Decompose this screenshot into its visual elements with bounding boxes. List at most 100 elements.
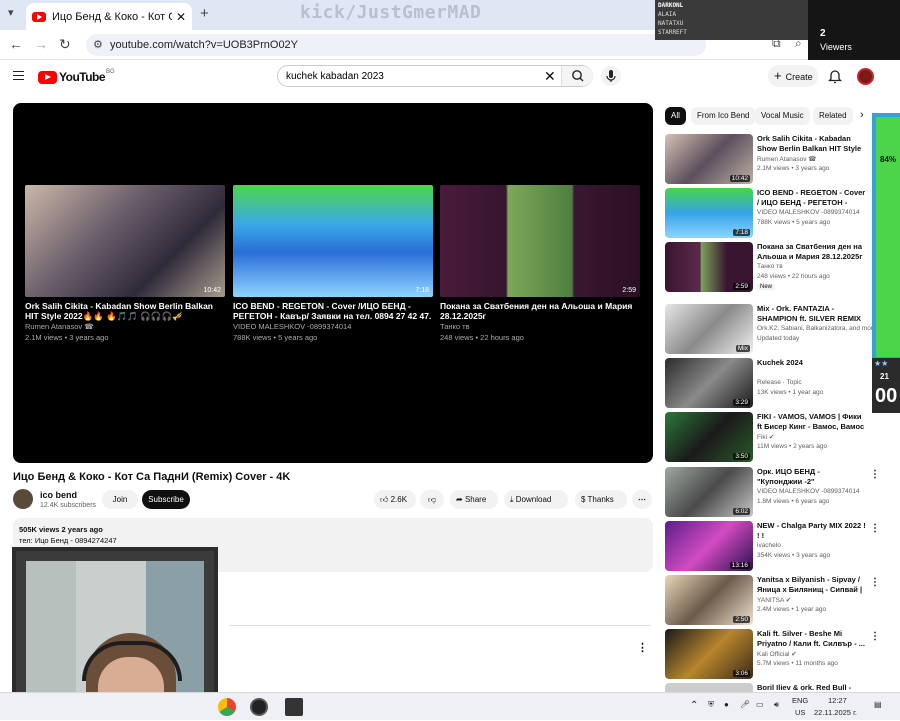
tab-close-button[interactable]: ✕ (176, 10, 186, 24)
endcard-meta: 788K views • 5 years ago (233, 333, 318, 342)
youtube-logo[interactable]: YouTube BG (38, 69, 115, 84)
chip-from-ico-bend[interactable]: From Ico Bend (691, 107, 756, 125)
subscriber-count: 12.4K subscribers (40, 502, 97, 509)
recommended-video[interactable]: 2:50 Yanitsa x Bilyanish - Sipvay / Яниц… (665, 575, 880, 625)
video-player[interactable]: 10:42 Ork Salih Cikita - Kabadan Show Be… (13, 103, 653, 463)
video-channel: Rumen Atanasov ☎ (757, 156, 817, 163)
video-channel: Танко тв (757, 263, 783, 270)
endcard-video[interactable]: 2:59 Покана за Сватбения ден на Альоша и… (440, 185, 640, 343)
like-button[interactable]: 👍︎ 2.6K (374, 490, 416, 509)
video-title: ICO BEND - REGETON - Cover / ИЦО БЕНД - … (757, 188, 866, 207)
chat-line: NATATXU (658, 20, 684, 27)
logo-country: BG (106, 69, 115, 75)
search-box[interactable]: ✕ (277, 65, 593, 87)
channel-avatar[interactable] (13, 489, 33, 509)
more-options-icon[interactable]: ⋮ (870, 577, 880, 588)
recommended-video[interactable]: 13:16 NEW - Chalga Party MIX 2022 ! ! ! … (665, 521, 880, 571)
share-icon: ➦ (456, 495, 463, 504)
chip-vocal-music[interactable]: Vocal Music (755, 107, 810, 125)
stream-watermark: kick/JustGmerMAD (300, 2, 482, 23)
tab-search-icon[interactable]: ▾ (8, 6, 14, 19)
create-button[interactable]: + Create (768, 65, 818, 87)
endcard-video[interactable]: 7:18 ICO BEND - REGETON - Cover /ИЦО БЕН… (233, 185, 433, 343)
subscribe-button[interactable]: Subscribe (142, 490, 190, 509)
network-icon[interactable]: ▭ (756, 700, 764, 709)
download-icon: ⤓ (510, 495, 514, 504)
antivirus-icon[interactable]: ⛨ (708, 700, 714, 710)
recommended-mix[interactable]: Mix Mix - Ork. FANTAZIA - SHAMPION ft. S… (665, 304, 877, 354)
more-options-icon[interactable]: ⋮ (637, 641, 648, 654)
video-title: Покана за Сватбения ден на Альоша и Мари… (757, 242, 863, 261)
forward-icon[interactable]: → (34, 36, 48, 52)
join-button[interactable]: Join (102, 490, 138, 509)
endcard-title: ICO BEND - REGETON - Cover /ИЦО БЕНД - Р… (233, 301, 432, 321)
overlay-counter: 21 (880, 372, 889, 381)
chevron-up-icon[interactable]: ⌃ (690, 700, 698, 711)
search-button[interactable] (561, 66, 593, 86)
recommended-video[interactable]: Boril Iliev & ork. Red Bull - (665, 683, 870, 692)
mix-badge: Mix (735, 345, 750, 352)
chip-related[interactable]: Related (813, 107, 853, 125)
recommended-video[interactable]: 6:02 Орк. ИЦО БЕНД - "Купонджии -2" VIDE… (665, 467, 880, 517)
site-info-icon[interactable]: ⚙ (93, 34, 103, 56)
recommended-video[interactable]: 3:29 Kuchek 2024 Release · Topic 13K vie… (665, 358, 870, 408)
app-taskbar-icon[interactable] (285, 698, 303, 716)
meter-percent: 84% (880, 155, 897, 164)
recommended-video[interactable]: 7:18 ICO BEND - REGETON - Cover / ИЦО БЕ… (665, 188, 870, 238)
video-thumbnail: 13:16 (665, 521, 753, 571)
notifications-tray-icon[interactable]: ▤ (874, 700, 882, 709)
video-duration: 10:42 (729, 175, 750, 182)
chat-line: DARKONL (658, 2, 684, 9)
reload-icon[interactable]: ↻ (59, 36, 71, 53)
address-bar[interactable]: ⚙ youtube.com/watch?v=UOB3PrnO02Y (86, 34, 706, 56)
recommended-video[interactable]: 3:06 Kali ft. Silver - Beshe Mi Priyatno… (665, 629, 880, 679)
new-tab-button[interactable]: + (200, 5, 209, 22)
keyboard-layout[interactable]: US (795, 708, 805, 717)
clear-search-icon[interactable]: ✕ (544, 68, 556, 85)
back-icon[interactable]: ← (9, 36, 23, 52)
video-meta: 1.8M views • 6 years ago (757, 498, 830, 505)
clock-time[interactable]: 12:27 (828, 696, 847, 705)
more-actions-button[interactable]: ⋯ (632, 490, 652, 509)
recommended-video[interactable]: 10:42 Ork Salih Cikita - Kabadan Show Be… (665, 134, 870, 184)
recommended-video[interactable]: 2:59 Покана за Сватбения ден на Альоша и… (665, 242, 870, 292)
notifications-button[interactable] (827, 68, 843, 89)
obs-taskbar-icon[interactable] (250, 698, 268, 716)
chrome-taskbar-icon[interactable] (218, 698, 236, 716)
account-avatar[interactable] (857, 68, 874, 85)
endcard-channel: VIDEO MALESHKOV -0899374014 (233, 322, 352, 331)
menu-icon[interactable] (13, 71, 24, 80)
app-tray-icon[interactable]: ● (724, 700, 729, 709)
description-stats: 505K views 2 years ago (19, 525, 103, 534)
more-options-icon[interactable]: ⋮ (870, 631, 880, 642)
channel-name[interactable]: ico bend (40, 490, 77, 500)
browser-tab[interactable]: Ицо Бенд & Коко - Кот Са Пад ✕ (26, 3, 192, 30)
video-title: Ork Salih Cikita - Kabadan Show Berlin B… (757, 134, 862, 153)
search-input[interactable] (286, 69, 536, 84)
share-button[interactable]: ➦ Share (450, 490, 498, 509)
volume-icon[interactable]: 🔊︎ (774, 700, 779, 710)
chevron-right-icon[interactable]: › (860, 109, 864, 121)
video-title: Boril Iliev & ork. Red Bull - (757, 683, 852, 692)
endcard-meta: 2.1M views • 3 years ago (25, 333, 109, 342)
microphone-tray-icon[interactable]: 🎤︎ (740, 700, 750, 709)
video-title: Kali ft. Silver - Beshe Mi Priyatno / Ка… (757, 629, 865, 648)
chip-all[interactable]: All (665, 107, 686, 125)
thanks-button[interactable]: $ Thanks (575, 490, 627, 509)
thanks-icon: $ (581, 495, 586, 504)
video-meta: 2.4M views • 1 year ago (757, 606, 827, 613)
youtube-header: YouTube BG ✕ +Create (0, 60, 900, 94)
dislike-button[interactable]: 👎︎ (420, 490, 444, 509)
voice-search-button[interactable] (601, 66, 621, 86)
more-options-icon[interactable]: ⋮ (870, 523, 880, 534)
overlay-counter-large: 00 (875, 385, 898, 407)
clock-date[interactable]: 22.11.2025 г. (814, 708, 857, 717)
description-line: тел: Ицо Бенд - 0894274247 (19, 536, 117, 545)
download-button[interactable]: ⤓ Download (504, 490, 568, 509)
recommended-video[interactable]: 3:50 FIKI - VAMOS, VAMOS | Фики ft Бисер… (665, 412, 870, 462)
language-indicator[interactable]: ENG (792, 696, 808, 705)
more-options-icon[interactable]: ⋮ (870, 469, 880, 480)
endcard-video[interactable]: 10:42 Ork Salih Cikita - Kabadan Show Be… (25, 185, 225, 343)
webcam-feed (26, 561, 204, 710)
viewer-count-overlay: 2 Viewers (808, 0, 900, 60)
